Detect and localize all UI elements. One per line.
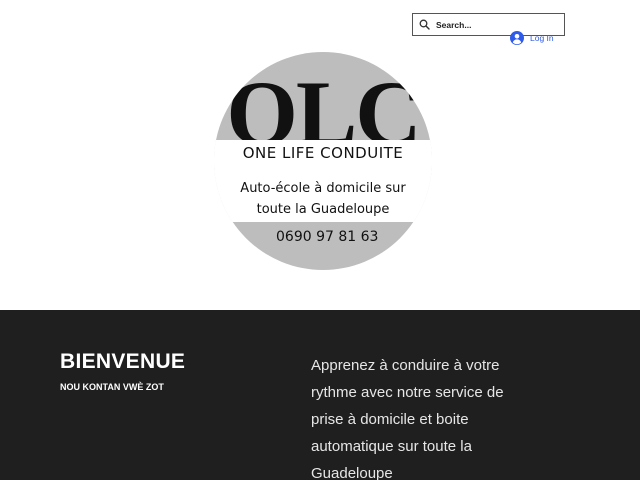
welcome-text-line: rythme avec notre service de [311, 384, 504, 401]
login-label: Log In [530, 33, 554, 43]
welcome-text: Apprenez à conduire à votre rythme avec … [311, 352, 531, 480]
avatar-icon [510, 31, 524, 45]
tagline-line-2: toute la Guadeloupe [256, 202, 390, 217]
welcome-text-line: automatique sur toute la [311, 438, 472, 455]
brand-name: ONE LIFE CONDUITE [242, 144, 404, 162]
page: Log In OLC ONE LIFE CONDUITE Auto-école … [0, 0, 640, 480]
welcome-text-line: prise à domicile et boite [311, 411, 469, 428]
welcome-text-line: Guadeloupe [311, 465, 393, 480]
tagline-line-1: Auto-école à domicile sur [240, 181, 406, 196]
search-icon [419, 19, 430, 30]
tagline: Auto-école à domicile sur toute la Guade… [214, 178, 432, 220]
welcome-text-line: Apprenez à conduire à votre [311, 357, 500, 374]
welcome-section: BIENVENUE NOU KONTAN VWÈ ZOT Apprenez à … [0, 310, 640, 480]
phone-number[interactable]: 0690 97 81 63 [276, 229, 406, 245]
login-button[interactable]: Log In [510, 31, 554, 45]
welcome-subtitle: NOU KONTAN VWÈ ZOT [60, 382, 164, 392]
olc-logo[interactable]: OLC ONE LIFE CONDUITE Auto-école à domic… [214, 52, 432, 270]
welcome-title: BIENVENUE [60, 350, 186, 373]
